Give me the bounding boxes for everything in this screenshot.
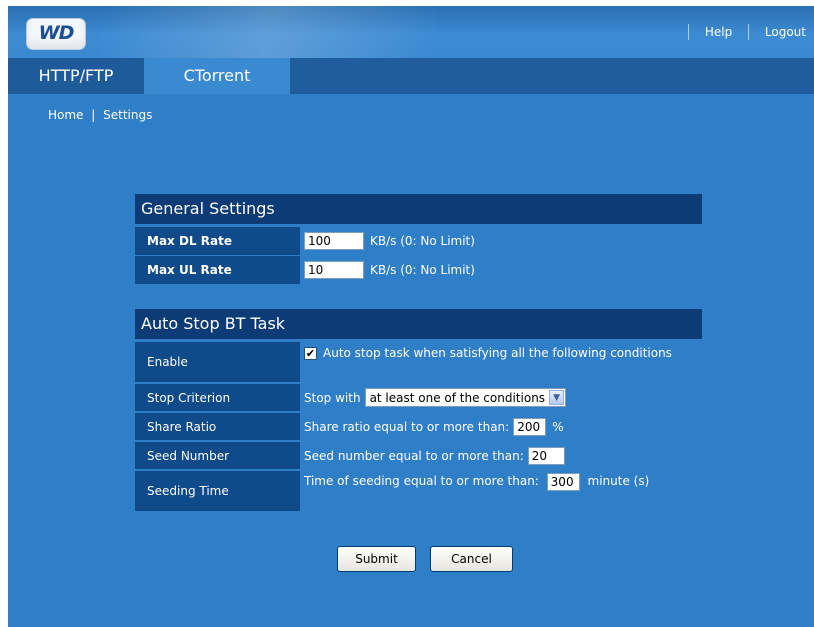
share-ratio-unit: % <box>552 419 564 434</box>
breadcrumb-current: Settings <box>103 108 153 122</box>
logo-text: WD <box>38 22 75 44</box>
breadcrumb-home[interactable]: Home <box>48 108 83 122</box>
stop-criterion-row: Stop with at least one of the conditions… <box>304 384 567 411</box>
enable-text-wrap: ✔ Auto stop task when satisfying all the … <box>304 342 672 361</box>
max-ul-rate-row: KB/s (0: No Limit) <box>304 256 475 284</box>
share-ratio-input[interactable] <box>513 417 547 436</box>
auto-stop-heading: Auto Stop BT Task <box>135 309 702 339</box>
wd-logo: WD <box>26 18 86 50</box>
tab-http-ftp[interactable]: HTTP/FTP <box>8 58 144 94</box>
cancel-button[interactable]: Cancel <box>430 546 513 572</box>
share-ratio-row: Share ratio equal to or more than: % <box>304 413 564 440</box>
enable-row: ✔ Auto stop task when satisfying all the … <box>304 342 694 382</box>
chevron-down-icon[interactable]: ▼ <box>549 390 565 405</box>
app-frame: WD Help Logout HTTP/FTP CTorrent Home | … <box>8 6 814 627</box>
divider <box>748 24 750 40</box>
header-bar: WD Help Logout <box>8 6 814 58</box>
seed-number-prefix: Seed number equal to or more than: <box>304 448 524 463</box>
stop-criterion-prefix: Stop with <box>304 390 361 405</box>
stop-criterion-value: at least one of the conditions <box>369 390 546 405</box>
seed-number-input[interactable] <box>527 446 565 465</box>
share-ratio-prefix: Share ratio equal to or more than: <box>304 419 510 434</box>
top-links: Help Logout <box>676 24 806 40</box>
seeding-time-wrap: Time of seeding equal to or more than: m… <box>304 471 649 491</box>
general-settings-heading: General Settings <box>135 194 702 224</box>
seeding-time-row: Time of seeding equal to or more than: m… <box>304 471 696 511</box>
logout-link[interactable]: Logout <box>765 25 806 39</box>
share-ratio-label: Share Ratio <box>135 413 300 440</box>
max-dl-rate-label: Max DL Rate <box>135 227 300 255</box>
max-ul-rate-note: KB/s (0: No Limit) <box>370 263 475 277</box>
max-dl-rate-note: KB/s (0: No Limit) <box>370 234 475 248</box>
seeding-time-prefix: Time of seeding equal to or more than: <box>304 474 539 488</box>
breadcrumb: Home | Settings <box>48 108 152 122</box>
breadcrumb-separator: | <box>91 108 96 122</box>
max-dl-rate-input[interactable] <box>304 232 364 250</box>
enable-text: Auto stop task when satisfying all the f… <box>323 346 672 360</box>
seeding-time-label: Seeding Time <box>135 471 300 511</box>
tab-ctorrent[interactable]: CTorrent <box>144 58 290 94</box>
max-ul-rate-input[interactable] <box>304 261 364 279</box>
seed-number-label: Seed Number <box>135 442 300 469</box>
divider <box>688 24 690 40</box>
seeding-time-unit: minute (s) <box>587 474 650 488</box>
seeding-time-input[interactable] <box>546 472 580 491</box>
header-shine <box>98 6 438 58</box>
stop-criterion-select[interactable]: at least one of the conditions ▼ <box>364 388 567 407</box>
submit-button[interactable]: Submit <box>337 546 416 572</box>
stop-criterion-label: Stop Criterion <box>135 384 300 411</box>
tab-bar: HTTP/FTP CTorrent <box>8 58 814 94</box>
max-dl-rate-row: KB/s (0: No Limit) <box>304 227 475 255</box>
help-link[interactable]: Help <box>705 25 732 39</box>
enable-checkbox[interactable]: ✔ <box>304 347 317 360</box>
seed-number-row: Seed number equal to or more than: <box>304 442 565 469</box>
enable-label: Enable <box>135 342 300 382</box>
max-ul-rate-label: Max UL Rate <box>135 256 300 284</box>
